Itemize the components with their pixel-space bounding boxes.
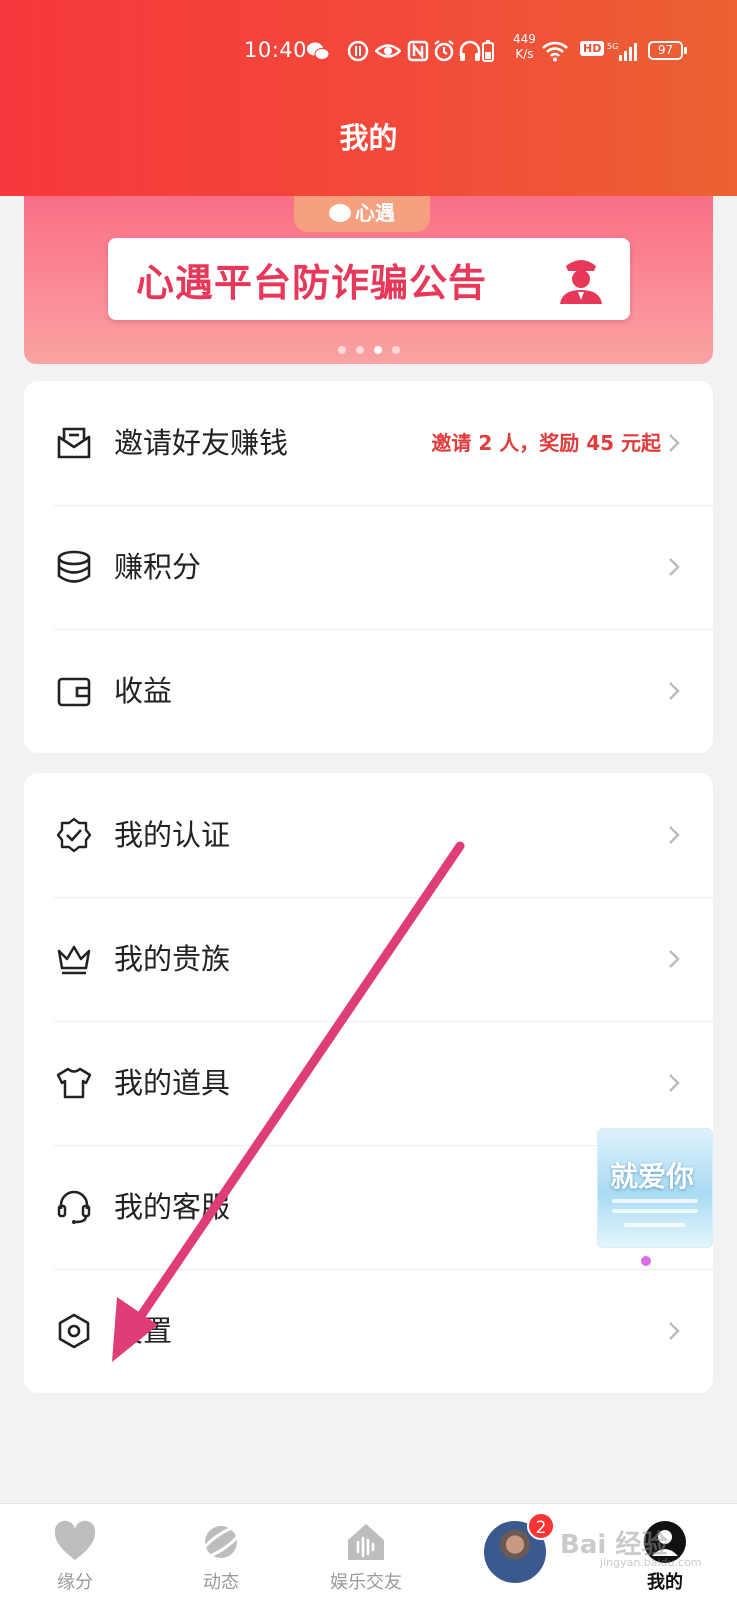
planet-icon <box>199 1525 243 1559</box>
chevron-right-icon <box>669 1322 680 1340</box>
menu-item-verification[interactable]: 我的认证 <box>24 773 713 897</box>
hd-badge: HD <box>580 41 605 56</box>
wifi-icon <box>542 41 568 62</box>
chevron-right-icon <box>669 1074 680 1092</box>
menu-item-label: 设置 <box>114 1314 173 1348</box>
watermark-url: jingyan.baidu.com <box>600 1556 702 1569</box>
menu-item-label: 邀请好友赚钱 <box>114 426 289 460</box>
tab-label: 娱乐交友 <box>330 1572 402 1593</box>
data-saver-icon <box>347 40 369 62</box>
chevron-right-icon <box>669 950 680 968</box>
logo-icon <box>329 204 351 222</box>
network-speed: 449 K/s <box>513 32 536 61</box>
header-bar: 10:40 449 K/s HD 5G 97 我的 <box>0 0 737 196</box>
announcement-banner[interactable]: 心遇 心遇平台防诈骗公告 <box>24 196 713 364</box>
tshirt-icon <box>56 1067 92 1099</box>
status-bar: 10:40 449 K/s HD 5G 97 <box>0 32 737 68</box>
headphones-icon <box>459 40 481 61</box>
status-time: 10:40 <box>244 38 308 62</box>
carousel-dot[interactable] <box>391 346 400 354</box>
menu-item-invite-friends[interactable]: 邀请好友赚钱 邀请 2 人，奖励 45 元起 <box>24 381 713 505</box>
menu-item-settings[interactable]: 设置 <box>24 1269 713 1393</box>
bottom-tab-bar: 缘分 动态 娱乐交友 2 我的 Bai 经验 jingyan.baidu.com <box>0 1503 737 1600</box>
carousel-dot-active[interactable] <box>373 346 382 354</box>
chevron-right-icon <box>669 682 680 700</box>
tab-entertainment[interactable]: 娱乐交友 <box>316 1504 416 1600</box>
carousel-dots[interactable] <box>24 339 713 358</box>
floating-promo-widget[interactable]: 就爱你 <box>597 1128 713 1248</box>
chevron-right-icon <box>669 826 680 844</box>
promo-indicator-dot <box>641 1256 651 1266</box>
alarm-icon <box>434 40 454 62</box>
verified-badge-icon <box>56 817 92 853</box>
hexagon-settings-icon <box>58 1313 90 1349</box>
chevron-right-icon <box>669 434 680 452</box>
crown-icon <box>57 945 91 975</box>
envelope-icon <box>57 427 91 459</box>
svg-text:5G: 5G <box>607 42 618 51</box>
eye-icon <box>375 44 401 58</box>
promo-text-line <box>612 1209 698 1213</box>
tab-label: 我的 <box>647 1572 683 1593</box>
promo-text-line <box>624 1223 686 1227</box>
menu-item-label: 收益 <box>114 674 173 708</box>
menu-item-label: 我的贵族 <box>114 942 231 976</box>
wallet-icon <box>57 677 91 707</box>
heart-icon <box>54 1520 96 1560</box>
signal-icon: 5G <box>607 42 637 61</box>
brand-tag: 心遇 <box>294 196 430 232</box>
nfc-icon <box>407 40 429 62</box>
carousel-dot[interactable] <box>337 346 346 354</box>
battery-saver-icon <box>482 40 494 62</box>
promo-title: 就爱你 <box>610 1160 695 1193</box>
tab-fate[interactable]: 缘分 <box>30 1504 120 1600</box>
battery-indicator: 97 <box>648 41 687 60</box>
house-audio-icon <box>348 1524 384 1560</box>
carousel-dot[interactable] <box>355 346 364 354</box>
invite-reward-text: 邀请 2 人，奖励 45 元起 <box>431 431 661 455</box>
banner-card: 心遇平台防诈骗公告 <box>108 238 630 320</box>
headset-icon <box>57 1190 91 1224</box>
police-officer-icon <box>560 260 602 304</box>
tab-label: 动态 <box>203 1572 239 1593</box>
coins-icon <box>57 550 91 583</box>
chevron-right-icon <box>669 558 680 576</box>
menu-item-label: 我的客服 <box>114 1190 231 1224</box>
menu-item-earn-points[interactable]: 赚积分 <box>24 505 713 629</box>
notification-badge: 2 <box>527 1512 555 1540</box>
page-title: 我的 <box>339 121 398 155</box>
banner-title: 心遇平台防诈骗公告 <box>136 261 488 305</box>
earn-menu-card: 邀请好友赚钱 邀请 2 人，奖励 45 元起 赚积分 收益 <box>24 381 713 753</box>
menu-item-earnings[interactable]: 收益 <box>24 629 713 753</box>
wechat-icon <box>307 42 330 60</box>
menu-item-label: 我的道具 <box>114 1066 231 1100</box>
tab-moments[interactable]: 动态 <box>176 1504 266 1600</box>
menu-item-label: 我的认证 <box>114 818 231 852</box>
menu-item-nobility[interactable]: 我的贵族 <box>24 897 713 1021</box>
account-menu-card: 我的认证 我的贵族 我的道具 我的客服 设置 <box>24 773 713 1393</box>
tab-label: 缘分 <box>57 1572 93 1593</box>
menu-item-label: 赚积分 <box>114 550 202 584</box>
menu-item-props[interactable]: 我的道具 <box>24 1021 713 1145</box>
promo-text-line <box>612 1199 698 1203</box>
